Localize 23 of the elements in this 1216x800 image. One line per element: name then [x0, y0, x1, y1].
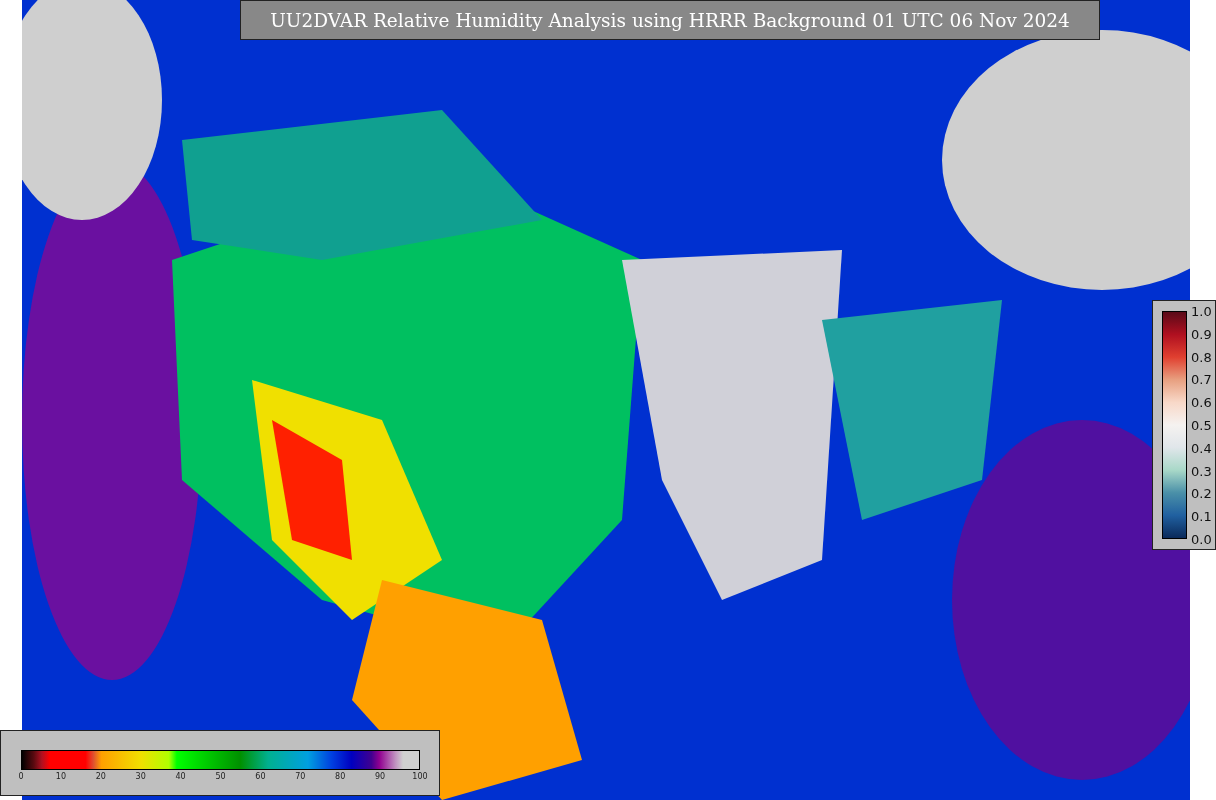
tick-label: 0.4	[1191, 440, 1212, 456]
tick-label: 20	[95, 772, 106, 781]
tick-label: 80	[335, 772, 346, 781]
tick-label: 0.2	[1191, 485, 1212, 501]
tick-label: 0.9	[1191, 326, 1212, 342]
tick-label: 30	[135, 772, 146, 781]
tick-label: 0.3	[1191, 463, 1212, 479]
tick-label: 100	[412, 772, 428, 781]
tick-label: 70	[295, 772, 306, 781]
tick-label: 90	[375, 772, 386, 781]
tick-label: 60	[255, 772, 266, 781]
tick-label: 0.5	[1191, 417, 1212, 433]
tick-label: 0.1	[1191, 508, 1212, 524]
tick-label: 40	[175, 772, 186, 781]
tick-label: 50	[215, 772, 226, 781]
tick-label: 10	[55, 772, 66, 781]
tick-label: 0.8	[1191, 349, 1212, 365]
tick-label: 0.0	[1191, 531, 1212, 547]
tick-label: 1.0	[1191, 303, 1212, 319]
tick-label: 0.7	[1191, 371, 1212, 387]
tick-label: 0	[18, 772, 24, 781]
tick-label: 0.6	[1191, 394, 1212, 410]
map-title: UU2DVAR Relative Humidity Analysis using HRRR Background 01 UTC 06 Nov 2024	[240, 0, 1100, 40]
